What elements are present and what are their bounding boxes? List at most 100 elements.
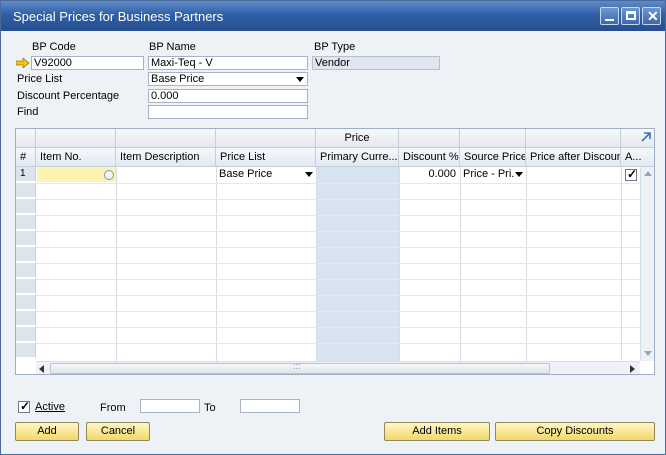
row-separator (36, 343, 640, 344)
row-header[interactable] (16, 343, 36, 358)
title-bar[interactable]: Special Prices for Business Partners ✕ (1, 1, 665, 31)
vertical-scrollbar[interactable] (640, 167, 654, 361)
bp-code-label: BP Code (32, 41, 76, 53)
col-header-item-description[interactable]: Item Description (116, 148, 216, 167)
from-date-field[interactable] (140, 399, 200, 413)
find-field[interactable] (148, 105, 308, 119)
find-label: Find (17, 106, 39, 118)
grid-group-blank (460, 129, 526, 148)
source-price-cell[interactable]: Price - Pri. (460, 167, 526, 182)
add-button[interactable]: Add (15, 422, 79, 441)
price-list-value: Base Price (151, 73, 205, 85)
primary-currency-cell (316, 167, 399, 182)
chevron-down-icon[interactable] (296, 77, 304, 82)
col-header-number: # (16, 148, 36, 167)
grid-group-blank (399, 129, 460, 148)
chevron-down-icon[interactable] (305, 172, 313, 177)
row-header[interactable] (16, 215, 36, 230)
discount-percentage-field[interactable]: 0.000 (148, 89, 308, 103)
col-separator (116, 167, 117, 361)
row-header[interactable] (16, 247, 36, 262)
row-header[interactable]: 1 (16, 167, 36, 182)
close-button[interactable]: ✕ (642, 7, 661, 25)
col-header-item-no[interactable]: Item No. (36, 148, 116, 167)
scroll-up-icon[interactable] (644, 171, 652, 176)
window-title: Special Prices for Business Partners (13, 9, 224, 24)
row-separator (36, 247, 640, 248)
item-description-cell[interactable] (116, 167, 216, 182)
price-after-discount-cell[interactable] (526, 167, 621, 182)
row-separator (36, 327, 640, 328)
row-separator (36, 231, 640, 232)
discount-cell[interactable]: 0.000 (399, 167, 460, 182)
row-header[interactable] (16, 263, 36, 278)
active-row-checkbox[interactable]: ✓ (625, 167, 637, 181)
scroll-down-icon[interactable] (644, 351, 652, 356)
row-header[interactable] (16, 327, 36, 342)
col-header-discount[interactable]: Discount % (399, 148, 460, 167)
scroll-left-icon[interactable] (39, 365, 44, 373)
close-icon: ✕ (647, 8, 659, 24)
bp-type-label: BP Type (314, 41, 356, 53)
col-separator (216, 167, 217, 361)
row-separator (36, 183, 640, 184)
row-header[interactable] (16, 295, 36, 310)
choose-from-list-icon[interactable] (104, 170, 114, 180)
row-header[interactable] (16, 311, 36, 326)
special-prices-grid: Price # Item No. Item Description Price … (15, 128, 655, 375)
to-date-field[interactable] (240, 399, 300, 413)
row-header[interactable] (16, 279, 36, 294)
maximize-icon (626, 11, 636, 20)
to-label: To (204, 402, 216, 414)
row-separator (36, 263, 640, 264)
bp-type-field: Vendor (312, 56, 440, 70)
price-list-cell-value: Base Price (219, 168, 273, 180)
link-arrow-icon[interactable] (16, 58, 30, 68)
horizontal-scrollbar[interactable]: ::: (36, 361, 640, 374)
active-label[interactable]: Active (35, 401, 65, 413)
grid-group-blank (36, 129, 116, 148)
bp-name-label: BP Name (149, 41, 196, 53)
expand-icon[interactable] (640, 131, 652, 143)
bp-code-field[interactable]: V92000 (31, 56, 144, 70)
col-separator (399, 167, 400, 361)
bp-name-field[interactable]: Maxi-Teq - V (148, 56, 308, 70)
special-prices-window: Special Prices for Business Partners ✕ B… (0, 0, 666, 455)
minimize-icon (605, 19, 614, 21)
add-items-button[interactable]: Add Items (384, 422, 490, 441)
copy-discounts-button[interactable]: Copy Discounts (495, 422, 655, 441)
col-separator (460, 167, 461, 361)
cancel-button[interactable]: Cancel (86, 422, 150, 441)
active-label-text: Active (35, 401, 65, 413)
col-header-primary-currency[interactable]: Primary Curre... (316, 148, 399, 167)
grip-icon: ::: (293, 361, 301, 371)
horizontal-scroll-thumb[interactable]: ::: (50, 361, 550, 374)
active-checkbox[interactable]: ✓ (18, 399, 30, 413)
grid-group-blank (116, 129, 216, 148)
maximize-button[interactable] (621, 7, 640, 25)
col-header-price-after-discount[interactable]: Price after Discount (526, 148, 621, 167)
row-separator (36, 199, 640, 200)
grid-group-blank (526, 129, 621, 148)
price-list-cell[interactable]: Base Price (216, 167, 316, 182)
col-header-active[interactable]: A... (621, 148, 654, 167)
row-separator (36, 311, 640, 312)
row-header[interactable] (16, 183, 36, 198)
price-group-header: Price (316, 129, 399, 148)
row-header[interactable] (16, 231, 36, 246)
grid-corner (16, 129, 36, 148)
col-header-price-list[interactable]: Price List (216, 148, 316, 167)
minimize-button[interactable] (600, 7, 619, 25)
row-separator (36, 295, 640, 296)
chevron-down-icon[interactable] (515, 172, 523, 177)
from-label: From (100, 402, 126, 414)
source-price-cell-value: Price - Pri. (463, 168, 515, 180)
row-header[interactable] (16, 199, 36, 214)
grid-group-blank (216, 129, 316, 148)
col-header-source-price[interactable]: Source Price (460, 148, 526, 167)
scroll-right-icon[interactable] (630, 365, 635, 373)
price-list-label: Price List (17, 73, 63, 85)
col-separator (621, 167, 622, 361)
price-list-select[interactable]: Base Price (148, 72, 308, 86)
col-separator (316, 167, 317, 361)
